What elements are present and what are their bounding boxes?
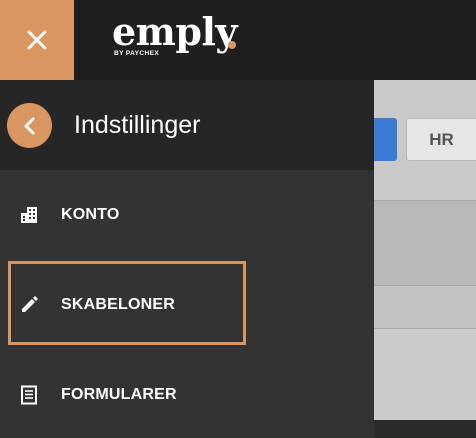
menu-item-label: FORMULARER	[61, 386, 177, 403]
panel-title: Indstillinger	[74, 111, 201, 139]
background-row	[374, 200, 476, 285]
chevron-left-icon	[24, 117, 34, 134]
background-footer	[374, 420, 476, 438]
menu-item-konto[interactable]: KONTO	[0, 190, 374, 240]
close-button[interactable]	[0, 0, 74, 80]
settings-panel: Indstillinger KONTO SKABELONER FORMULARE…	[0, 80, 374, 438]
logo-wordmark: emply	[112, 9, 237, 54]
app-screen: HR emply BY PAYCHEX Indstillinger KONTO …	[0, 0, 476, 438]
background-row	[374, 328, 476, 421]
background-row	[374, 285, 476, 328]
logo-dot	[228, 41, 236, 49]
hr-button[interactable]: HR	[406, 118, 476, 161]
panel-header: Indstillinger	[0, 80, 374, 170]
menu-item-skabeloner[interactable]: SKABELONER	[0, 280, 374, 330]
menu-item-label: SKABELONER	[61, 296, 176, 313]
menu-item-label: KONTO	[61, 206, 120, 223]
background-content: HR	[374, 80, 476, 438]
back-button[interactable]	[7, 103, 52, 148]
primary-button[interactable]	[374, 118, 397, 161]
form-icon	[21, 385, 37, 405]
pencil-icon	[22, 296, 38, 312]
menu-item-formularer[interactable]: FORMULARER	[0, 370, 374, 420]
close-icon	[27, 30, 47, 50]
emply-logo: emply BY PAYCHEX	[112, 10, 242, 70]
logo-subtitle: BY PAYCHEX	[114, 50, 160, 57]
top-bar: emply BY PAYCHEX	[0, 0, 476, 80]
building-icon	[21, 207, 37, 223]
